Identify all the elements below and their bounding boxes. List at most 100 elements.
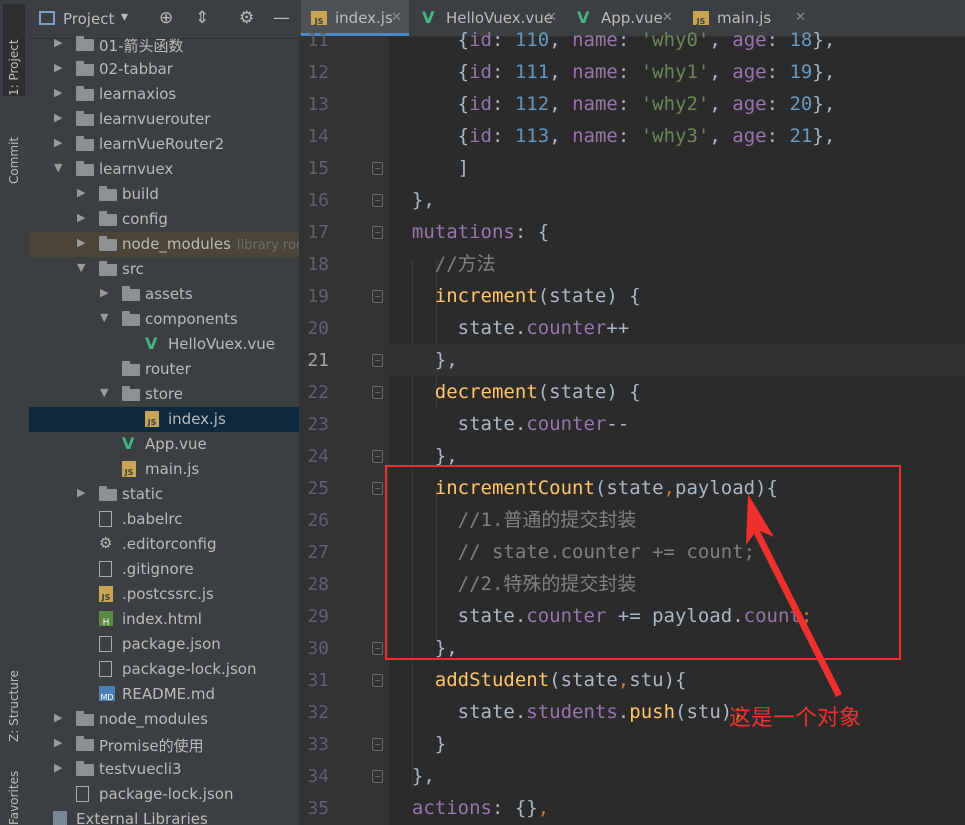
tree-item[interactable]: ▶ 02-tabbar (29, 57, 299, 82)
fold-marker-icon[interactable] (372, 770, 383, 783)
tree-item[interactable]: JS index.js (29, 407, 299, 432)
tree-item[interactable]: ▶ node_modules (29, 707, 299, 732)
close-icon[interactable]: ✕ (546, 10, 557, 25)
tree-item[interactable]: JS main.js (29, 457, 299, 482)
code-line[interactable]: state.counter-- (389, 408, 965, 440)
tree-item[interactable]: ▶ testvuecli3 (29, 757, 299, 782)
code-token: , (549, 125, 573, 147)
tree-item[interactable]: MD README.md (29, 682, 299, 707)
tree-item[interactable]: ▼ src (29, 257, 299, 282)
collapse-arrow-icon[interactable]: ▶ (54, 136, 66, 149)
collapse-arrow-icon[interactable]: ▶ (54, 761, 66, 774)
code-line[interactable]: //方法 (389, 248, 965, 280)
project-tool-tab[interactable]: 1: Project (3, 4, 25, 96)
code-token: : (766, 125, 790, 147)
code-line[interactable]: {id: 113, name: 'why3', age: 21}, (389, 120, 965, 152)
tree-item[interactable]: ▼ components (29, 307, 299, 332)
tree-item[interactable]: ▼ store (29, 382, 299, 407)
tree-item[interactable]: JS .postcssrc.js (29, 582, 299, 607)
collapse-arrow-icon[interactable]: ▶ (54, 711, 66, 724)
code-line[interactable]: increment(state) { (389, 280, 965, 312)
code-line[interactable]: state.counter++ (389, 312, 965, 344)
tree-item[interactable]: .babelrc (29, 507, 299, 532)
structure-tool-tab[interactable]: Z: Structure (3, 650, 25, 742)
close-icon[interactable]: ✕ (391, 10, 402, 25)
collapse-arrow-icon[interactable]: ▶ (54, 736, 66, 749)
collapse-all-icon[interactable]: ⇕ (195, 8, 209, 28)
tree-item[interactable]: V App.vue (29, 432, 299, 457)
collapse-arrow-icon[interactable]: ▶ (54, 61, 66, 74)
code-line[interactable]: {id: 111, name: 'why1', age: 19}, (389, 56, 965, 88)
chevron-down-icon[interactable]: ▾ (121, 9, 128, 25)
folder-icon (76, 136, 94, 151)
tree-item[interactable]: router (29, 357, 299, 382)
fold-marker-icon[interactable] (372, 482, 383, 495)
collapse-arrow-icon[interactable]: ▶ (77, 486, 89, 499)
tree-item[interactable]: ▶ Promise的使用 (29, 732, 299, 757)
tree-item[interactable]: ▶ 01-箭头函数 (29, 32, 299, 57)
tree-item-label: .postcssrc.js (122, 585, 214, 603)
tree-item[interactable]: ▶ config (29, 207, 299, 232)
tree-item[interactable]: ▶ node_modules library roo (29, 232, 299, 257)
tree-item[interactable]: package-lock.json (29, 657, 299, 682)
collapse-arrow-icon[interactable]: ▶ (77, 236, 89, 249)
code-line[interactable]: }, (389, 760, 965, 792)
fold-marker-icon[interactable] (372, 450, 383, 463)
locate-icon[interactable]: ⊕ (159, 8, 173, 28)
tree-item[interactable]: ▶ build (29, 182, 299, 207)
expand-arrow-icon[interactable]: ▼ (100, 386, 112, 399)
collapse-arrow-icon[interactable]: ▶ (54, 36, 66, 49)
code-line[interactable]: state.students.push(stu); (389, 696, 965, 728)
hide-panel-icon[interactable]: — (273, 8, 290, 28)
tree-item[interactable]: ▶ static (29, 482, 299, 507)
fold-marker-icon[interactable] (372, 354, 383, 367)
tree-item[interactable]: package.json (29, 632, 299, 657)
fold-marker-icon[interactable] (372, 738, 383, 751)
close-icon[interactable]: ✕ (795, 10, 806, 25)
tree-item[interactable]: ▼ learnvuex (29, 157, 299, 182)
collapse-arrow-icon[interactable]: ▶ (77, 186, 89, 199)
code-line[interactable]: ] (389, 152, 965, 184)
code-line[interactable]: } (389, 728, 965, 760)
fold-marker-icon[interactable] (372, 386, 383, 399)
code-line[interactable]: }, (389, 344, 965, 376)
code-line[interactable]: decrement(state) { (389, 376, 965, 408)
collapse-arrow-icon[interactable]: ▶ (100, 286, 112, 299)
expand-arrow-icon[interactable]: ▼ (100, 311, 112, 324)
fold-marker-icon[interactable] (372, 674, 383, 687)
expand-arrow-icon[interactable]: ▼ (77, 261, 89, 274)
fold-marker-icon[interactable] (372, 162, 383, 175)
tree-item[interactable]: ▶ learnvuerouter (29, 107, 299, 132)
code-line[interactable]: actions: {}, (389, 792, 965, 824)
collapse-arrow-icon[interactable]: ▶ (54, 111, 66, 124)
fold-marker-icon[interactable] (372, 226, 383, 239)
code-line[interactable]: mutations: { (389, 216, 965, 248)
favorites-tool-tab[interactable]: Favorites (3, 770, 25, 825)
code-line[interactable]: {id: 112, name: 'why2', age: 20}, (389, 88, 965, 120)
tree-item[interactable]: package-lock.json (29, 782, 299, 807)
code-token: 110 (514, 29, 550, 51)
tree-item[interactable]: ▶ learnaxios (29, 82, 299, 107)
expand-arrow-icon[interactable]: ▼ (54, 161, 66, 174)
code-area[interactable]: {id: 110, name: 'why0', age: 18}, {id: 1… (389, 29, 965, 825)
code-line[interactable]: }, (389, 184, 965, 216)
collapse-arrow-icon[interactable]: ▶ (77, 211, 89, 224)
code-line[interactable]: addStudent(state,stu){ (389, 664, 965, 696)
fold-marker-icon[interactable] (372, 290, 383, 303)
tree-item[interactable]: External Libraries (29, 807, 299, 825)
tree-item[interactable]: ▶ learnVueRouter2 (29, 132, 299, 157)
tree-item[interactable]: .gitignore (29, 557, 299, 582)
project-view-selector[interactable]: Project (63, 10, 114, 28)
gear-icon[interactable]: ⚙ (239, 8, 254, 28)
tree-item[interactable]: V HelloVuex.vue (29, 332, 299, 357)
code-line[interactable]: {id: 110, name: 'why0', age: 18}, (389, 24, 965, 56)
close-icon[interactable]: ✕ (662, 10, 673, 25)
tree-item[interactable]: ▶ assets (29, 282, 299, 307)
fold-marker-icon[interactable] (372, 642, 383, 655)
tree-item[interactable]: ⚙ .editorconfig (29, 532, 299, 557)
line-number: 25 (307, 478, 329, 499)
fold-marker-icon[interactable] (372, 194, 383, 207)
commit-tool-tab[interactable]: Commit (3, 112, 25, 184)
collapse-arrow-icon[interactable]: ▶ (54, 86, 66, 99)
tree-item[interactable]: Hindex.html (29, 607, 299, 632)
